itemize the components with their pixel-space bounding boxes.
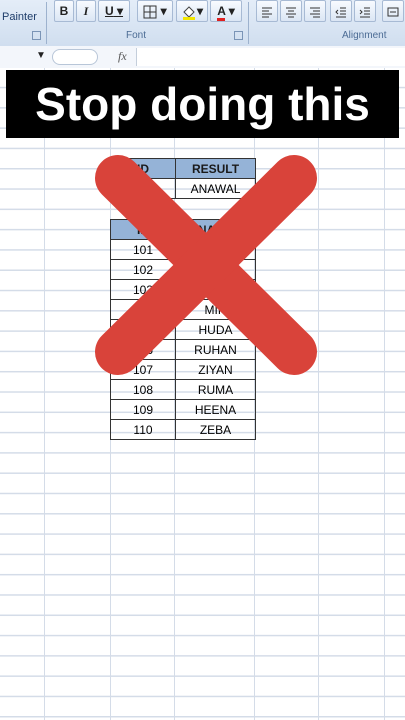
table-cell[interactable]: 102 [110,259,176,280]
decrease-indent-icon [335,7,346,18]
borders-button[interactable]: ▾ [137,0,173,22]
increase-indent-button[interactable] [354,0,376,22]
table-cell[interactable]: 101 [110,239,176,260]
font-dialog-launcher-icon[interactable] [234,31,243,40]
table-cell[interactable]: 107 [110,359,176,380]
borders-icon [143,5,157,19]
clipboard-dialog-launcher-icon[interactable] [32,31,41,40]
table-row: 109 HEENA [110,399,256,420]
align-center-icon [286,7,296,18]
align-left-icon [262,7,272,18]
group-separator [46,2,47,44]
group-separator [248,2,249,44]
align-right-button[interactable] [304,0,326,22]
table-header-cell[interactable]: ID [110,158,176,179]
table-cell[interactable]: ANAWAL [175,178,256,199]
result-table: ID RESULT ANAWAL [110,158,256,199]
table-cell[interactable]: 108 [110,379,176,400]
table-row: 110 ZEBA [110,419,256,440]
table-cell[interactable]: 110 [110,419,176,440]
table-cell[interactable]: RUHAN [175,339,256,360]
alignment-group-label: Alignment [342,30,387,41]
fill-color-button[interactable]: ▾ [176,0,208,22]
table-cell[interactable]: ZEBA [175,419,256,440]
table-row: 104 MIR [110,299,256,320]
table-cell[interactable]: 103 [110,279,176,300]
fill-bucket-icon [182,6,195,20]
table-cell[interactable]: RUMA [175,379,256,400]
decrease-indent-button[interactable] [330,0,352,22]
ribbon: Painter B I U ▾ ▾ ▾ A ▾ Font Alignment [0,0,405,47]
table-cell[interactable]: ZIYAN [175,359,256,380]
table-header-cell[interactable]: NAME [175,219,256,240]
merge-center-button[interactable] [382,0,404,22]
align-left-button[interactable] [256,0,278,22]
table-cell[interactable] [110,178,176,199]
table-row: 103 [110,279,256,300]
table-cell[interactable] [175,279,256,300]
table-row: 102 [110,259,256,280]
table-row: 105 HUDA [110,319,256,340]
font-color-button[interactable]: A ▾ [210,0,242,22]
align-center-button[interactable] [280,0,302,22]
table-cell[interactable]: 109 [110,399,176,420]
table-row: 107 ZIYAN [110,359,256,380]
table-row: ANAWAL [110,178,256,199]
names-table: ID NAME 101 102 103 104 MIR 105 HUDA 106 RU… [110,219,256,440]
table-row: 106 RUHAN [110,339,256,360]
formula-bar-handle[interactable] [52,49,98,65]
format-painter-label[interactable]: Painter [2,11,37,23]
align-right-icon [310,7,320,18]
table-cell[interactable]: 104 [110,299,176,320]
underline-button[interactable]: U ▾ [98,0,130,22]
table-header-cell[interactable]: ID [110,219,176,240]
increase-indent-icon [359,7,370,18]
table-row: 101 [110,239,256,260]
font-group-label: Font [126,30,147,41]
table-cell[interactable]: MIR [175,299,256,320]
table-cell[interactable] [175,259,256,280]
formula-bar: ▼ fx [0,46,405,69]
bold-button[interactable]: B [54,0,74,22]
table-cell[interactable]: 105 [110,319,176,340]
table-cell[interactable]: HUDA [175,319,256,340]
table-cell[interactable]: 106 [110,339,176,360]
function-icon[interactable]: fx [118,49,127,64]
caption-banner: Stop doing this [6,70,399,138]
table-row: 108 RUMA [110,379,256,400]
name-box-dropdown-icon[interactable]: ▼ [36,50,46,61]
italic-button[interactable]: I [76,0,96,22]
table-cell[interactable] [175,239,256,260]
table-header-cell[interactable]: RESULT [175,158,256,179]
formula-input[interactable] [136,48,405,66]
table-cell[interactable]: HEENA [175,399,256,420]
merge-cells-icon [387,7,399,17]
